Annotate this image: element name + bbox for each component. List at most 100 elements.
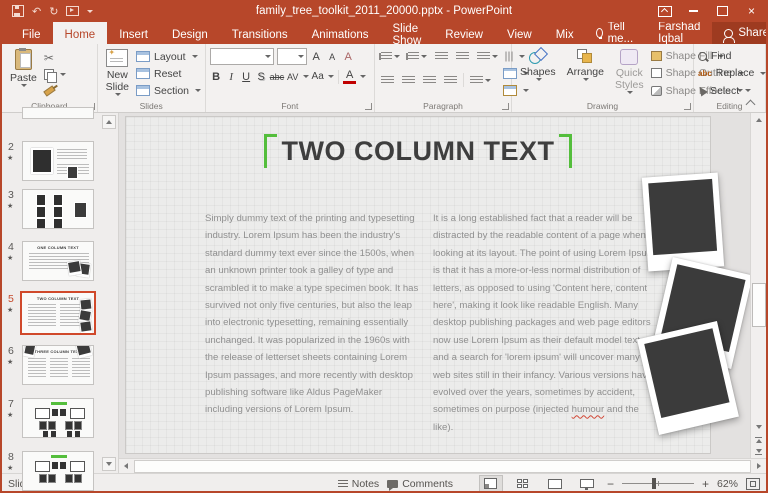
- shapes-button[interactable]: Shapes: [516, 48, 560, 99]
- tab-mix[interactable]: Mix: [544, 22, 586, 44]
- next-slide-button[interactable]: [751, 446, 766, 458]
- previous-slide-button[interactable]: [751, 434, 766, 446]
- zoom-in-button[interactable]: +: [702, 477, 709, 491]
- underline-button[interactable]: U: [240, 69, 253, 84]
- scroll-right-button[interactable]: [752, 460, 766, 473]
- save-icon[interactable]: [12, 5, 24, 17]
- slide-title-text[interactable]: TWO COLUMN TEXT: [282, 134, 555, 168]
- vertical-scrollbar[interactable]: [750, 113, 766, 458]
- bullets-button[interactable]: [379, 48, 402, 64]
- tab-slide-show[interactable]: Slide Show: [381, 22, 434, 44]
- font-dialog-launcher-icon[interactable]: [365, 103, 372, 110]
- paragraph-dialog-launcher-icon[interactable]: [502, 103, 509, 110]
- customize-qat-icon[interactable]: [87, 10, 93, 13]
- tab-design[interactable]: Design: [160, 22, 220, 44]
- align-left-button[interactable]: [379, 72, 396, 88]
- share-button[interactable]: Share: [712, 22, 768, 44]
- change-case-button[interactable]: Aa: [311, 69, 324, 84]
- slide-thumbnail[interactable]: [22, 398, 94, 438]
- vertical-scroll-thumb[interactable]: [752, 283, 766, 327]
- left-text-column[interactable]: Simply dummy text of the printing and ty…: [205, 210, 422, 419]
- zoom-level[interactable]: 62%: [717, 478, 738, 490]
- tab-review[interactable]: Review: [433, 22, 495, 44]
- zoom-out-button[interactable]: −: [607, 477, 614, 491]
- strikethrough-button[interactable]: abc: [270, 69, 285, 84]
- select-button[interactable]: Select: [698, 83, 766, 99]
- slide-thumbnail[interactable]: [22, 141, 94, 181]
- bold-button[interactable]: B: [210, 69, 223, 84]
- thumbnail-slide-1-partial[interactable]: [22, 107, 94, 119]
- normal-view-button[interactable]: [479, 475, 503, 492]
- arrange-button[interactable]: Arrange: [563, 48, 608, 99]
- decrease-indent-button[interactable]: [433, 48, 450, 64]
- clear-formatting-button[interactable]: A: [342, 49, 355, 64]
- cut-button[interactable]: ✂: [44, 50, 66, 66]
- close-button[interactable]: ×: [737, 0, 766, 22]
- reading-view-button[interactable]: [543, 475, 567, 492]
- font-color-button[interactable]: A: [343, 69, 356, 84]
- account-name[interactable]: Farshad Iqbal: [646, 22, 712, 44]
- italic-button[interactable]: I: [225, 69, 238, 84]
- slide-thumbnail[interactable]: TWO COLUMN TEXT: [20, 291, 96, 335]
- line-spacing-button[interactable]: [475, 48, 500, 64]
- slide-thumbnail[interactable]: THREE COLUMN TEXT: [22, 345, 94, 385]
- slide-show-button[interactable]: [575, 475, 599, 492]
- tab-transitions[interactable]: Transitions: [220, 22, 300, 44]
- horizontal-scroll-track[interactable]: [134, 460, 751, 473]
- increase-font-size-button[interactable]: A: [310, 49, 323, 64]
- font-name-combobox[interactable]: [210, 48, 274, 65]
- paste-button[interactable]: Paste: [6, 48, 41, 99]
- tab-view[interactable]: View: [495, 22, 544, 44]
- minimize-button[interactable]: [679, 0, 708, 22]
- section-button[interactable]: Section: [136, 82, 201, 99]
- tell-me-box[interactable]: Tell me...: [586, 22, 647, 44]
- copy-button[interactable]: [44, 67, 66, 83]
- fit-slide-to-window-button[interactable]: [746, 478, 760, 490]
- new-slide-button[interactable]: ✦ New Slide: [102, 48, 133, 99]
- layout-button[interactable]: Layout: [136, 48, 201, 65]
- start-slideshow-icon[interactable]: [66, 6, 79, 16]
- slide-sorter-view-button[interactable]: [511, 475, 535, 492]
- redo-icon[interactable]: ↻: [49, 5, 58, 18]
- align-right-button[interactable]: [421, 72, 438, 88]
- slide-thumbnail[interactable]: ONE COLUMN TEXT: [22, 241, 94, 281]
- decrease-font-size-button[interactable]: A: [326, 49, 339, 64]
- slide-thumbnail[interactable]: [22, 189, 94, 229]
- format-painter-button[interactable]: [44, 83, 66, 99]
- drawing-dialog-launcher-icon[interactable]: [684, 103, 691, 110]
- scroll-left-button[interactable]: [119, 460, 133, 473]
- slide-thumbnail[interactable]: [22, 451, 94, 491]
- slide-canvas[interactable]: TWO COLUMN TEXT Simply dummy text of the…: [119, 113, 750, 458]
- reset-button[interactable]: Reset: [136, 65, 201, 82]
- horizontal-scrollbar[interactable]: [119, 458, 766, 473]
- increase-indent-button[interactable]: [454, 48, 471, 64]
- replace-button[interactable]: abcReplace: [698, 65, 766, 81]
- notes-button[interactable]: Notes: [338, 478, 379, 490]
- tab-home[interactable]: Home: [53, 22, 108, 44]
- maximize-button[interactable]: [708, 0, 737, 22]
- tab-file[interactable]: File: [10, 22, 53, 44]
- numbering-button[interactable]: [406, 48, 429, 64]
- tab-insert[interactable]: Insert: [107, 22, 160, 44]
- slide-5[interactable]: TWO COLUMN TEXT Simply dummy text of the…: [125, 116, 711, 454]
- tab-animations[interactable]: Animations: [300, 22, 381, 44]
- scroll-up-button[interactable]: [751, 113, 766, 127]
- zoom-slider-thumb[interactable]: [652, 478, 656, 489]
- find-button[interactable]: Find: [698, 48, 766, 64]
- thumbnail-scroll-up-button[interactable]: [102, 115, 116, 129]
- slide-title-placeholder[interactable]: TWO COLUMN TEXT: [126, 134, 710, 168]
- right-text-column[interactable]: It is a long established fact that a rea…: [433, 210, 655, 436]
- font-size-combobox[interactable]: [277, 48, 307, 65]
- text-shadow-button[interactable]: S: [255, 69, 268, 84]
- thumbnail-scroll-down-button[interactable]: [102, 457, 116, 471]
- comments-button[interactable]: Comments: [387, 478, 453, 490]
- align-center-button[interactable]: [400, 72, 417, 88]
- ribbon-display-options-button[interactable]: [650, 0, 679, 22]
- undo-icon[interactable]: ↶: [32, 5, 41, 18]
- zoom-slider[interactable]: [622, 483, 694, 485]
- justify-button[interactable]: [442, 72, 459, 88]
- quick-styles-button[interactable]: Quick Styles: [611, 48, 648, 99]
- columns-button[interactable]: [468, 72, 493, 88]
- scroll-down-button[interactable]: [751, 420, 766, 434]
- character-spacing-button[interactable]: AV: [286, 69, 299, 84]
